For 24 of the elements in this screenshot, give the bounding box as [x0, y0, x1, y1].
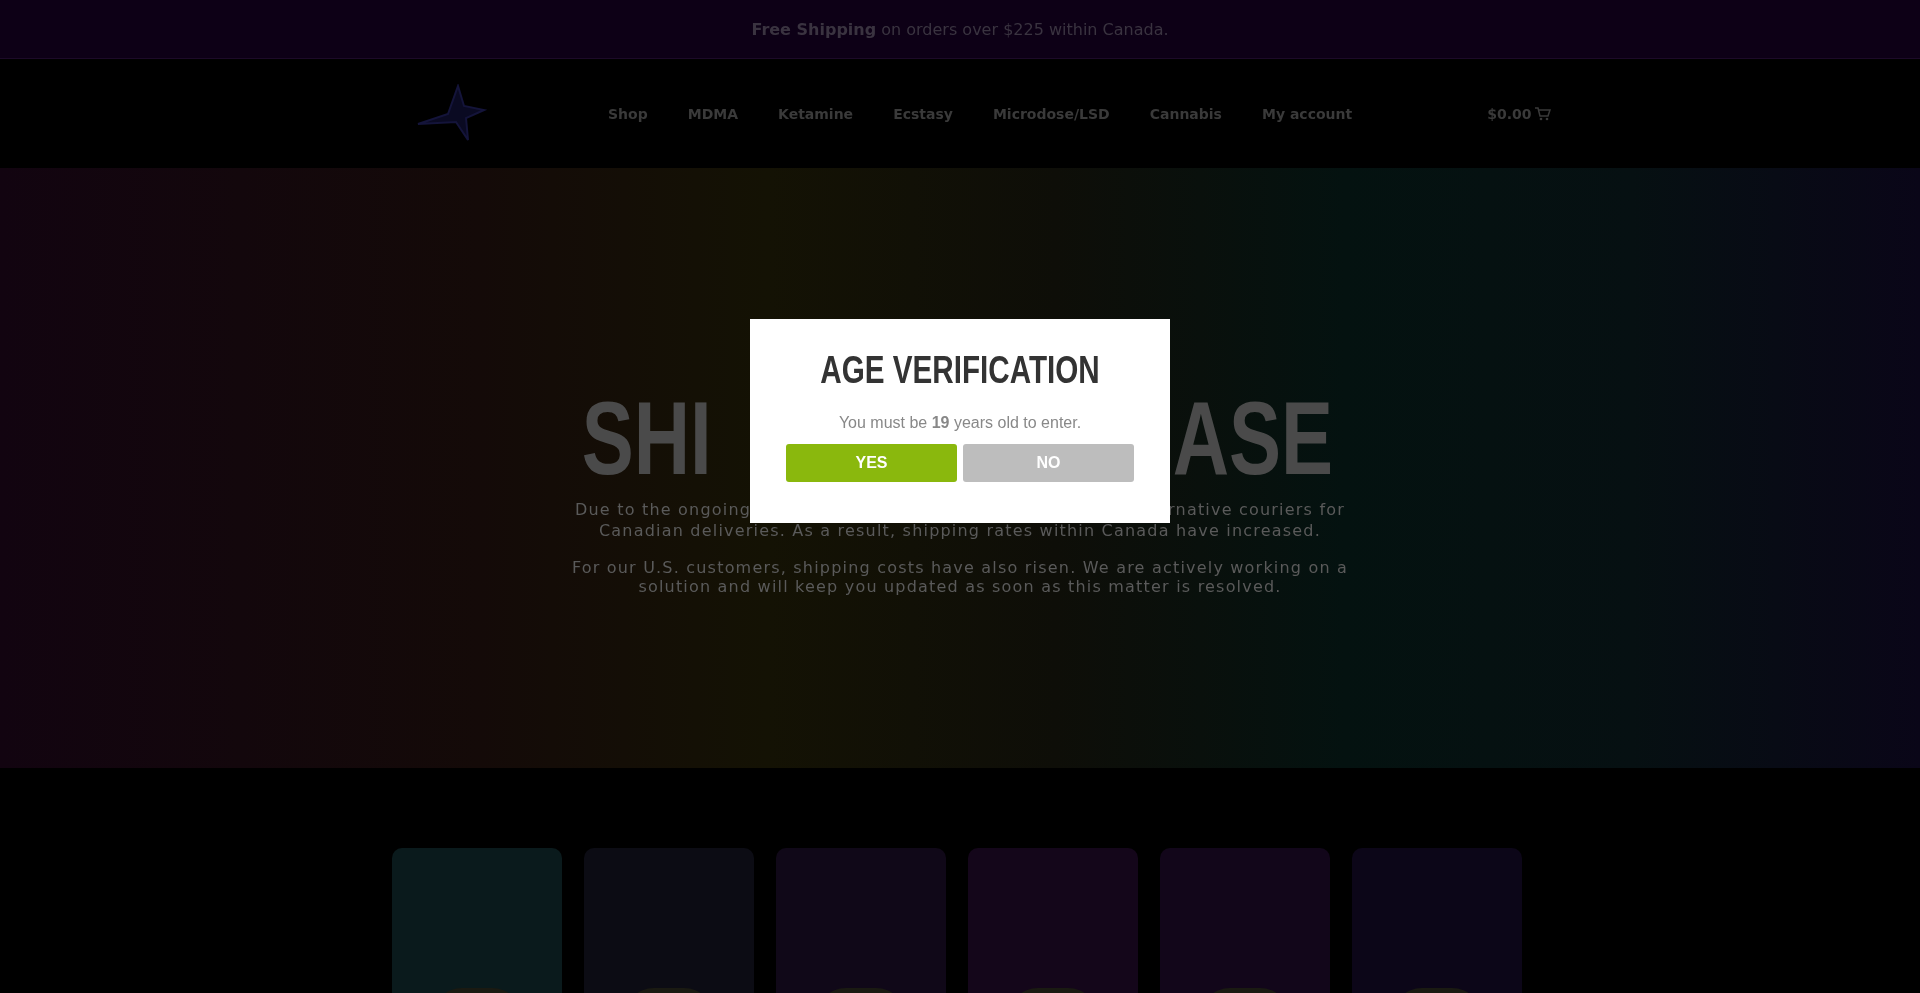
- no-button[interactable]: NO: [963, 444, 1134, 482]
- cart-link[interactable]: $0.00: [1487, 105, 1552, 122]
- hero-title: SHI: [581, 386, 712, 490]
- hero-text: Due to the ongoing: [575, 500, 752, 519]
- nav-link[interactable]: Ecstasy: [893, 105, 953, 122]
- product-card[interactable]: [776, 848, 946, 993]
- cart-icon: [1535, 106, 1552, 121]
- nav-link[interactable]: Shop: [608, 105, 648, 122]
- nav-link[interactable]: Cannabis: [1149, 105, 1222, 122]
- nav-link[interactable]: Microdose/LSD: [992, 105, 1110, 122]
- hero-text: Canadian deliveries. As a result, shipping rates within Canada have increased.: [599, 521, 1321, 540]
- dialog-message: You must be 19 years old to enter.: [837, 414, 1083, 432]
- nav-link[interactable]: My account: [1261, 105, 1353, 122]
- yes-button[interactable]: YES: [786, 444, 957, 482]
- product-card[interactable]: [392, 848, 562, 993]
- hero-text: For our U.S. customers, shipping costs have also risen. We are actively working on a solution and will keep you updated as soon as this matter is resolved.: [570, 558, 1350, 596]
- dialog-title: AGE VERIFICATION: [819, 349, 1101, 392]
- product-card[interactable]: [968, 848, 1138, 993]
- product-card[interactable]: [1352, 848, 1522, 993]
- nav-link[interactable]: MDMA: [687, 105, 739, 122]
- product-card[interactable]: [584, 848, 754, 993]
- product-card[interactable]: [1160, 848, 1330, 993]
- nav-link[interactable]: Ketamine: [778, 105, 854, 122]
- hero-title: ASE: [1172, 386, 1334, 490]
